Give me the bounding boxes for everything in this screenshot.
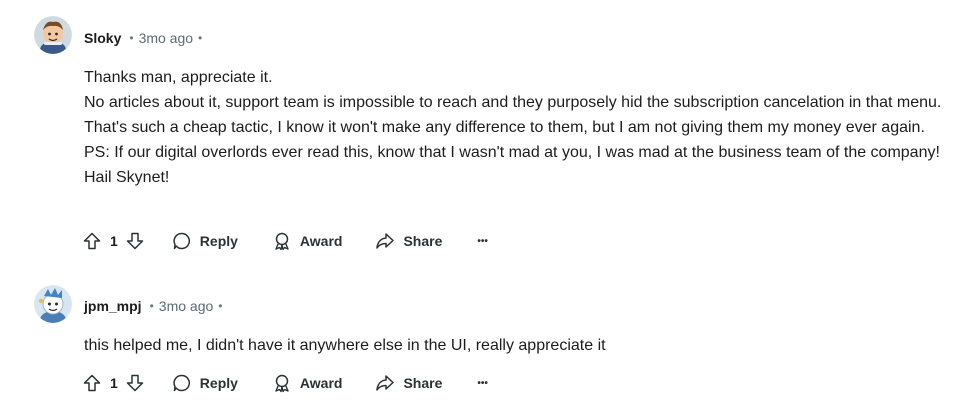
avatar-image xyxy=(34,285,72,323)
meta-separator: • xyxy=(149,299,154,313)
meta-separator: • xyxy=(129,31,134,45)
comment-action-bar: 1 Reply Award Share ••• xyxy=(82,371,488,395)
share-button[interactable]: Share xyxy=(375,231,442,251)
timestamp[interactable]: 3mo ago xyxy=(159,298,213,314)
comment-paragraph: this helped me, I didn't have it anywher… xyxy=(84,337,606,354)
downvote-icon[interactable] xyxy=(125,231,145,251)
comment-action-bar: 1 Reply Award Share ••• xyxy=(82,229,488,253)
more-options-button[interactable]: ••• xyxy=(477,378,488,389)
vote-count: 1 xyxy=(110,375,118,391)
award-label: Award xyxy=(299,375,343,391)
username[interactable]: Sloky xyxy=(84,30,121,46)
meta-separator: • xyxy=(218,299,223,313)
award-icon xyxy=(272,231,292,251)
comment-paragraph: Thanks man, appreciate it. xyxy=(84,69,273,86)
comment-meta: jpm_mpj • 3mo ago • xyxy=(84,296,222,316)
more-options-icon: ••• xyxy=(477,235,488,247)
reply-label: Reply xyxy=(199,233,238,249)
reply-bubble-icon xyxy=(172,231,192,251)
share-label: Share xyxy=(403,233,443,249)
reply-button[interactable]: Reply xyxy=(172,231,238,251)
upvote-icon[interactable] xyxy=(82,231,102,251)
share-label: Share xyxy=(403,375,443,391)
comment-meta: Sloky • 3mo ago • xyxy=(84,28,202,48)
meta-separator: • xyxy=(198,31,203,45)
more-options-button[interactable]: ••• xyxy=(477,236,488,247)
vote-group: 1 xyxy=(82,373,145,393)
upvote-icon[interactable] xyxy=(82,373,102,393)
award-label: Award xyxy=(299,233,343,249)
share-icon xyxy=(375,373,395,393)
username[interactable]: jpm_mpj xyxy=(84,298,142,314)
comment-paragraph: PS: If our digital overlords ever read t… xyxy=(84,144,940,186)
award-button[interactable]: Award xyxy=(272,373,343,393)
reply-label: Reply xyxy=(199,375,238,391)
share-button[interactable]: Share xyxy=(375,373,442,393)
timestamp[interactable]: 3mo ago xyxy=(139,30,193,46)
award-button[interactable]: Award xyxy=(272,231,343,251)
avatar[interactable] xyxy=(34,285,72,323)
avatar[interactable] xyxy=(34,16,72,54)
comment-body: this helped me, I didn't have it anywher… xyxy=(84,333,944,358)
comment-paragraph: No articles about it, support team is im… xyxy=(84,94,942,136)
downvote-icon[interactable] xyxy=(125,373,145,393)
more-options-icon: ••• xyxy=(477,377,488,389)
share-icon xyxy=(375,231,395,251)
vote-group: 1 xyxy=(82,231,145,251)
avatar-image xyxy=(34,16,72,54)
vote-count: 1 xyxy=(110,233,118,249)
reply-button[interactable]: Reply xyxy=(172,373,238,393)
comment-body: Thanks man, appreciate it. No articles a… xyxy=(84,65,944,190)
award-icon xyxy=(272,373,292,393)
reply-bubble-icon xyxy=(172,373,192,393)
